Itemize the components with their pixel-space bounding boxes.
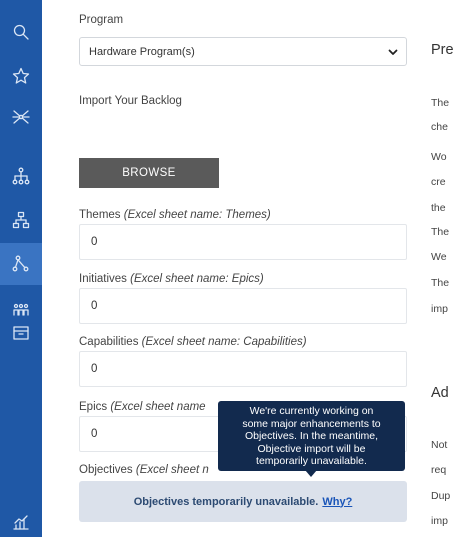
sidebar-item-search[interactable] [0,12,42,52]
tooltip-line: temporarily unavailable. [256,455,367,467]
right-text-line: Not [431,439,448,451]
themes-label-hint: (Excel sheet name: Themes) [123,209,271,221]
themes-label: Themes (Excel sheet name: Themes) [79,209,271,221]
tooltip-line: We're currently working on [249,405,374,417]
right-text-line: The [431,277,450,289]
initiatives-label: Initiatives (Excel sheet name: Epics) [79,273,264,285]
program-select[interactable]: Hardware Program(s) [79,37,407,66]
sidebar [0,0,42,537]
sidebar-item-tree[interactable] [0,243,42,285]
objectives-label-hint: (Excel sheet n [135,464,209,476]
sidebar-item-favorites[interactable] [0,56,42,96]
right-text-line: req [431,464,447,476]
sidebar-item-archive[interactable] [0,313,42,353]
objectives-unavailable-notice: Objectives temporarily unavailable. Why? [79,481,407,522]
initiatives-label-hint: (Excel sheet name: Epics) [130,273,264,285]
sidebar-item-org-chart[interactable] [0,200,42,240]
capabilities-label-text: Capabilities [79,336,139,348]
capabilities-input[interactable]: 0 [79,351,407,387]
search-icon [13,24,29,40]
tooltip-arrow [305,470,317,477]
notice-text: Objectives temporarily unavailable. [133,495,319,508]
right-heading-1: Pre [431,42,454,58]
epics-label-hint: (Excel sheet name [110,401,206,413]
program-label: Program [79,14,124,26]
objectives-tooltip: We're currently working on some major en… [218,401,405,471]
themes-label-text: Themes [79,209,121,221]
capabilities-label: Capabilities (Excel sheet name: Capabili… [79,336,307,348]
right-text-line: cre [431,176,446,188]
program-select-value: Hardware Program(s) [89,45,195,58]
epics-label: Epics (Excel sheet name [79,401,206,413]
chart-icon [13,515,29,530]
objectives-label-text: Objectives [79,464,133,476]
right-text-line: We [431,251,447,263]
hierarchy-icon [12,167,30,185]
why-link[interactable]: Why? [322,496,352,508]
sidebar-item-hierarchy[interactable] [0,156,42,196]
epics-label-text: Epics [79,401,108,413]
right-text-line: che [431,121,448,133]
tooltip-line: some major enhancements to [242,417,381,430]
star-icon [12,67,30,84]
initiatives-label-text: Initiatives [79,273,127,285]
objectives-label: Objectives (Excel sheet n [79,464,209,476]
capabilities-label-hint: (Excel sheet name: Capabilities) [141,336,307,348]
org-chart-icon [12,211,30,229]
import-backlog-label: Import Your Backlog [79,95,182,107]
right-text-line: The [431,226,450,238]
initiatives-input[interactable]: 0 [79,288,407,324]
tooltip-line: Objective import will be [257,442,366,455]
right-text-line: The [431,97,450,109]
right-text-line: imp [431,515,448,527]
right-text-line: Wo [431,151,447,163]
right-text-line: Dup [431,490,451,502]
sidebar-item-reports[interactable] [0,502,42,537]
sidebar-item-network[interactable] [0,97,42,137]
themes-input[interactable]: 0 [79,224,407,260]
browse-button[interactable]: BROWSE [79,158,219,188]
network-icon [12,110,30,124]
right-text-line: the [431,202,446,214]
tree-icon [12,255,29,272]
chevron-down-icon [388,49,398,55]
tooltip-line: Objectives. In the meantime, [244,430,379,442]
archive-icon [13,326,29,340]
right-text-line: imp [431,303,448,315]
right-heading-2: Ad [431,385,449,401]
